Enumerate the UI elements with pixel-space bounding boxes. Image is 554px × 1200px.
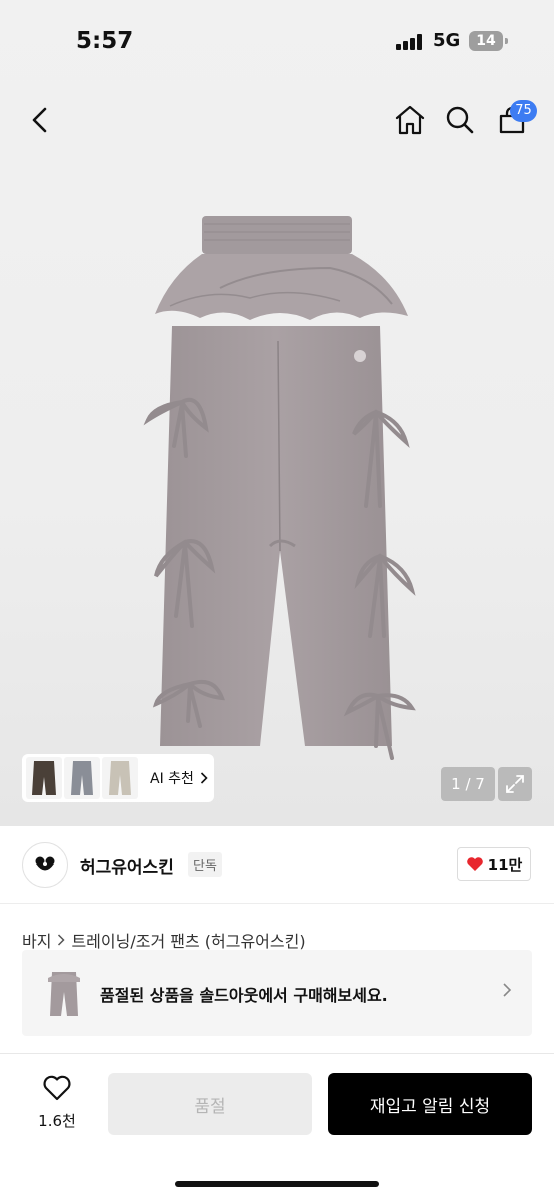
- cart-count-badge: 75: [510, 100, 537, 122]
- restock-alert-button[interactable]: 재입고 알림 신청: [328, 1073, 532, 1135]
- home-icon: [395, 105, 425, 135]
- signal-icon: [396, 34, 424, 50]
- breadcrumb-subcategory[interactable]: 트레이닝/조거 팬츠 (허그유어스킨): [71, 928, 305, 952]
- ai-recommend-strip[interactable]: AI 추천: [22, 754, 214, 802]
- ai-recommend-link[interactable]: AI 추천: [150, 768, 208, 788]
- brand-row: 허그유어스킨 단독 11만: [0, 826, 554, 904]
- image-page-indicator: 1 / 7: [441, 767, 495, 801]
- battery-icon: 14: [469, 31, 508, 51]
- status-time: 5:57: [76, 28, 134, 54]
- heart-filled-icon: [466, 857, 483, 871]
- expand-icon: [506, 775, 524, 793]
- soldout-button: 품절: [108, 1073, 312, 1135]
- wishlist-button[interactable]: 1.6천: [30, 1074, 84, 1131]
- chevron-right-icon: [200, 772, 208, 784]
- brand-logo[interactable]: [22, 842, 68, 888]
- expand-image-button[interactable]: [498, 767, 532, 801]
- soldout-banner-text: 품절된 상품을 솔드아웃에서 구매해보세요.: [100, 986, 388, 1005]
- brand-logo-icon: [35, 856, 55, 871]
- exclusive-badge: 단독: [188, 852, 222, 877]
- home-indicator: [175, 1181, 379, 1187]
- breadcrumb: 바지 트레이닝/조거 팬츠 (허그유어스킨): [22, 928, 306, 952]
- search-button[interactable]: [438, 90, 482, 150]
- heart-outline-icon: [43, 1075, 71, 1101]
- search-icon: [446, 106, 474, 134]
- soldout-market-banner[interactable]: 품절된 상품을 솔드아웃에서 구매해보세요.: [22, 950, 532, 1036]
- brand-like-button[interactable]: 11만: [457, 847, 531, 881]
- home-button[interactable]: [388, 90, 432, 150]
- banner-product-thumbnail: [48, 972, 80, 1016]
- brand-like-count: 11만: [487, 855, 523, 874]
- recommend-thumbnail[interactable]: [102, 757, 138, 799]
- chevron-right-icon: [58, 934, 66, 946]
- recommend-thumbnail[interactable]: [64, 757, 100, 799]
- top-navigation: [0, 90, 554, 150]
- brand-name[interactable]: 허그유어스킨: [80, 853, 174, 878]
- ai-recommend-label: AI 추천: [150, 771, 194, 787]
- product-image-gallery[interactable]: 5:57 5G 14 75 AI 추천 1 / 7: [0, 0, 554, 826]
- breadcrumb-category[interactable]: 바지: [22, 928, 51, 952]
- recommend-thumbnail[interactable]: [26, 757, 62, 799]
- chevron-right-icon: [503, 983, 512, 997]
- product-photo: [143, 216, 416, 760]
- back-button[interactable]: [18, 90, 62, 150]
- wishlist-count: 1.6천: [38, 1112, 76, 1130]
- back-arrow-icon: [32, 107, 47, 133]
- network-type: 5G: [433, 30, 461, 51]
- bottom-action-bar: 1.6천 품절 재입고 알림 신청: [0, 1054, 554, 1200]
- status-bar: 5:57 5G 14: [0, 0, 554, 84]
